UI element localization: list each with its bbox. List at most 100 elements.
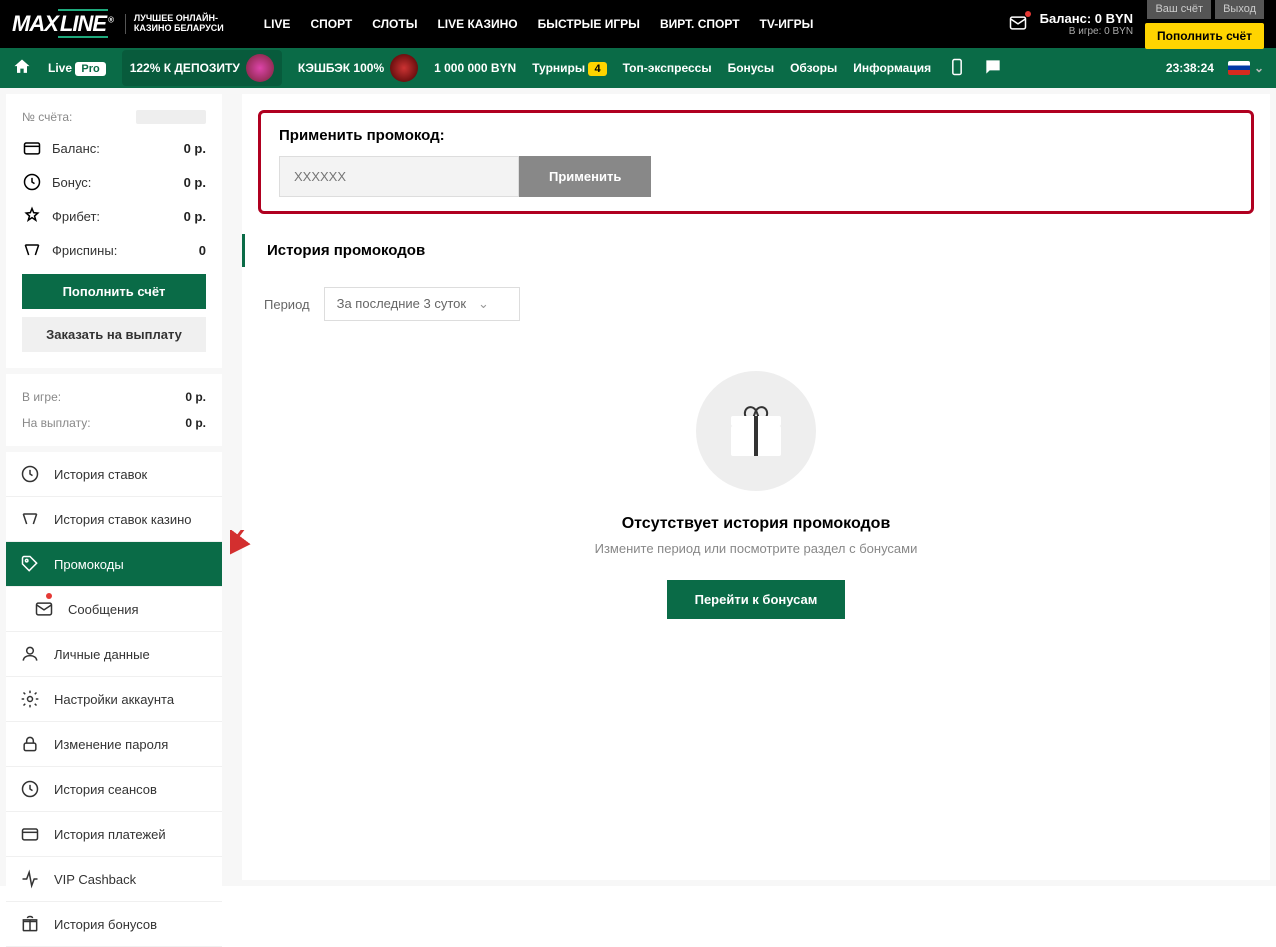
language-selector[interactable]: ⌄ — [1228, 61, 1264, 75]
to-payout-value: 0 р. — [185, 416, 206, 430]
sidebar-menu: История ставок История ставок казино Про… — [6, 452, 222, 947]
menu-password[interactable]: Изменение пароля — [6, 722, 222, 767]
nav-tv-games[interactable]: TV-ИГРЫ — [760, 17, 814, 31]
menu-label: Промокоды — [54, 557, 124, 572]
menu-promocodes[interactable]: Промокоды — [6, 542, 222, 587]
tagline: ЛУЧШЕЕ ОНЛАЙН-КАЗИНО БЕЛАРУСИ — [125, 14, 224, 34]
freebet-icon — [22, 206, 42, 226]
deposit-bonus-link[interactable]: 122% К ДЕПОЗИТУ — [122, 50, 282, 86]
promo-icon2 — [390, 54, 418, 82]
to-payout-label: На выплату: — [22, 416, 91, 430]
top-express-link[interactable]: Топ-экспрессы — [623, 61, 712, 75]
cashback-link[interactable]: КЭШБЭК 100% — [298, 54, 418, 82]
chevron-down-icon: ⌄ — [478, 296, 489, 311]
menu-label: История бонусов — [54, 917, 157, 932]
menu-settings[interactable]: Настройки аккаунта — [6, 677, 222, 722]
promo-input[interactable] — [279, 156, 519, 197]
menu-messages[interactable]: Сообщения — [6, 587, 222, 632]
nav-fast-games[interactable]: БЫСТРЫЕ ИГРЫ — [538, 17, 640, 31]
pro-badge: Pro — [75, 62, 105, 76]
balance-text: Баланс: 0 BYN — [1040, 11, 1133, 26]
bonus-icon — [22, 172, 42, 192]
menu-payments[interactable]: История платежей — [6, 812, 222, 857]
mail-icon[interactable] — [1008, 13, 1028, 36]
account-button[interactable]: Ваш счёт — [1147, 0, 1211, 19]
empty-state: Отсутствует история промокодов Измените … — [242, 321, 1270, 669]
info-link[interactable]: Информация — [853, 61, 931, 75]
menu-bonus-history[interactable]: История бонусов — [6, 902, 222, 947]
deposit-button-top[interactable]: Пополнить счёт — [1145, 23, 1264, 49]
menu-bet-history[interactable]: История ставок — [6, 452, 222, 497]
bonus-value: 0 р. — [184, 175, 206, 190]
bonus-label: Бонус: — [52, 175, 174, 190]
deposit-button[interactable]: Пополнить счёт — [22, 274, 206, 309]
phone-icon[interactable] — [947, 57, 967, 80]
tournament-count-badge: 4 — [588, 62, 606, 76]
sub-header: Live Pro 122% К ДЕПОЗИТУ КЭШБЭК 100% 1 0… — [0, 48, 1276, 88]
in-game-text: В игре: 0 BYN — [1040, 26, 1133, 37]
period-select[interactable]: За последние 3 суток⌄ — [324, 287, 520, 321]
promo-title: Применить промокод: — [279, 127, 1233, 144]
menu-label: История ставок казино — [54, 512, 192, 527]
account-number — [136, 110, 206, 124]
reviews-link[interactable]: Обзоры — [790, 61, 837, 75]
sidebar: № счёта: Баланс: 0 р. Бонус: 0 р. Фрибет: 0… — [6, 94, 222, 880]
menu-label: Личные данные — [54, 647, 150, 662]
gift-icon — [696, 371, 816, 491]
menu-personal[interactable]: Личные данные — [6, 632, 222, 677]
game-status-card: В игре: 0 р. На выплату: 0 р. — [6, 374, 222, 446]
menu-sessions[interactable]: История сеансов — [6, 767, 222, 812]
logo-main: MAX — [12, 11, 58, 36]
account-label: № счёта: — [22, 110, 72, 124]
logo[interactable]: MAXLINE® ЛУЧШЕЕ ОНЛАЙН-КАЗИНО БЕЛАРУСИ — [12, 11, 224, 37]
menu-label: Сообщения — [68, 602, 139, 617]
apply-promo-button[interactable]: Применить — [519, 156, 651, 197]
in-game-label: В игре: — [22, 390, 61, 404]
empty-title: Отсутствует история промокодов — [262, 515, 1250, 533]
freespin-value: 0 — [199, 243, 206, 258]
balance-box: Баланс: 0 BYN В игре: 0 BYN — [1040, 11, 1133, 37]
balance-value: 0 р. — [184, 141, 206, 156]
content: № счёта: Баланс: 0 р. Бонус: 0 р. Фрибет: 0… — [0, 88, 1276, 886]
menu-label: История сеансов — [54, 782, 157, 797]
chat-icon[interactable] — [983, 57, 1003, 80]
million-link[interactable]: 1 000 000 BYN — [434, 61, 516, 75]
flag-icon — [1228, 61, 1250, 75]
promo-box: Применить промокод: Применить — [258, 110, 1254, 214]
empty-subtitle: Измените период или посмотрите раздел с … — [262, 541, 1250, 556]
go-to-bonuses-button[interactable]: Перейти к бонусам — [667, 580, 846, 619]
period-row: Период За последние 3 суток⌄ — [242, 287, 1270, 321]
bonuses-link[interactable]: Бонусы — [728, 61, 775, 75]
in-game-value: 0 р. — [185, 390, 206, 404]
freebet-value: 0 р. — [184, 209, 206, 224]
menu-label: Настройки аккаунта — [54, 692, 174, 707]
menu-casino-history[interactable]: История ставок казино — [6, 497, 222, 542]
nav-sport[interactable]: СПОРТ — [310, 17, 352, 31]
menu-label: Изменение пароля — [54, 737, 168, 752]
tournaments-link[interactable]: Турниры 4 — [532, 61, 606, 75]
main-content: Применить промокод: Применить История пр… — [242, 94, 1270, 880]
home-icon[interactable] — [12, 57, 32, 80]
top-nav: LIVE СПОРТ СЛОТЫ LIVE КАЗИНО БЫСТРЫЕ ИГР… — [264, 17, 814, 31]
live-link[interactable]: Live Pro — [48, 61, 106, 75]
freespin-label: Фриспины: — [52, 243, 189, 258]
top-right: Баланс: 0 BYN В игре: 0 BYN Ваш счёт Вых… — [1008, 0, 1264, 49]
menu-vip-cashback[interactable]: VIP Cashback — [6, 857, 222, 902]
top-header: MAXLINE® ЛУЧШЕЕ ОНЛАЙН-КАЗИНО БЕЛАРУСИ L… — [0, 0, 1276, 48]
freespin-icon — [22, 240, 42, 260]
account-card: № счёта: Баланс: 0 р. Бонус: 0 р. Фрибет: 0… — [6, 94, 222, 368]
menu-label: VIP Cashback — [54, 872, 136, 887]
freebet-label: Фрибет: — [52, 209, 174, 224]
history-title: История промокодов — [242, 234, 1270, 267]
menu-label: История ставок — [54, 467, 147, 482]
nav-live[interactable]: LIVE — [264, 17, 291, 31]
menu-label: История платежей — [54, 827, 166, 842]
nav-live-casino[interactable]: LIVE КАЗИНО — [437, 17, 517, 31]
wallet-icon — [22, 138, 42, 158]
exit-button[interactable]: Выход — [1215, 0, 1264, 19]
nav-slots[interactable]: СЛОТЫ — [372, 17, 417, 31]
balance-label: Баланс: — [52, 141, 174, 156]
logo-sub: LINE — [58, 9, 108, 38]
withdraw-button[interactable]: Заказать на выплату — [22, 317, 206, 352]
nav-virt-sport[interactable]: ВИРТ. СПОРТ — [660, 17, 740, 31]
